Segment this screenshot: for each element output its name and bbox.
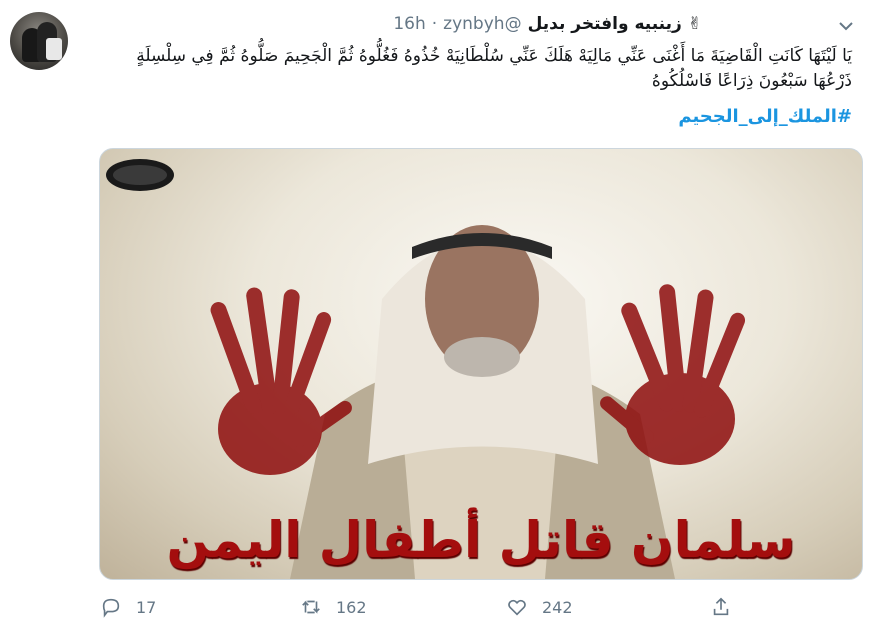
like-button[interactable]: 242 — [506, 596, 573, 618]
like-icon — [508, 599, 526, 616]
action-bar: 17 162 242 — [100, 596, 740, 626]
retweet-icon — [302, 600, 320, 614]
retweet-button[interactable]: 162 — [300, 596, 367, 618]
tweet-text: يَا لَيْتَهَا كَانَتِ الْقَاضِيَةَ مَا أ… — [136, 46, 852, 91]
tweet-media-image[interactable]: سلمان قاتل أطفال اليمن — [99, 148, 863, 580]
reply-count: 17 — [136, 597, 157, 617]
media-caption: سلمان قاتل أطفال اليمن — [166, 511, 796, 569]
display-name[interactable]: زينبيه وافتخر بديل — [528, 14, 682, 34]
retweet-count: 162 — [336, 597, 367, 617]
separator: · — [431, 14, 438, 34]
reply-icon — [102, 598, 120, 618]
share-button[interactable] — [710, 596, 732, 618]
timestamp[interactable]: 16h — [393, 14, 425, 34]
like-count: 242 — [542, 597, 573, 617]
share-icon — [713, 597, 729, 616]
avatar-highlight — [46, 38, 62, 60]
avatar[interactable] — [10, 12, 68, 70]
user-handle[interactable]: @zynbyh — [443, 14, 521, 34]
tweet-header: ✌ زينبيه وافتخر بديل @zynbyh · 16h — [393, 14, 702, 34]
tweet-card[interactable]: ✌ زينبيه وافتخر بديل @zynbyh · 16h يَا ل… — [0, 0, 882, 640]
hashtag-link[interactable]: #الملك_إلى_الجحيم — [678, 106, 852, 127]
caret-down-icon[interactable] — [836, 18, 856, 34]
beard-shape — [444, 337, 520, 377]
emoji-icon: ✌ — [687, 14, 702, 34]
channel-logo-inner — [113, 165, 167, 185]
reply-button[interactable]: 17 — [100, 596, 156, 618]
